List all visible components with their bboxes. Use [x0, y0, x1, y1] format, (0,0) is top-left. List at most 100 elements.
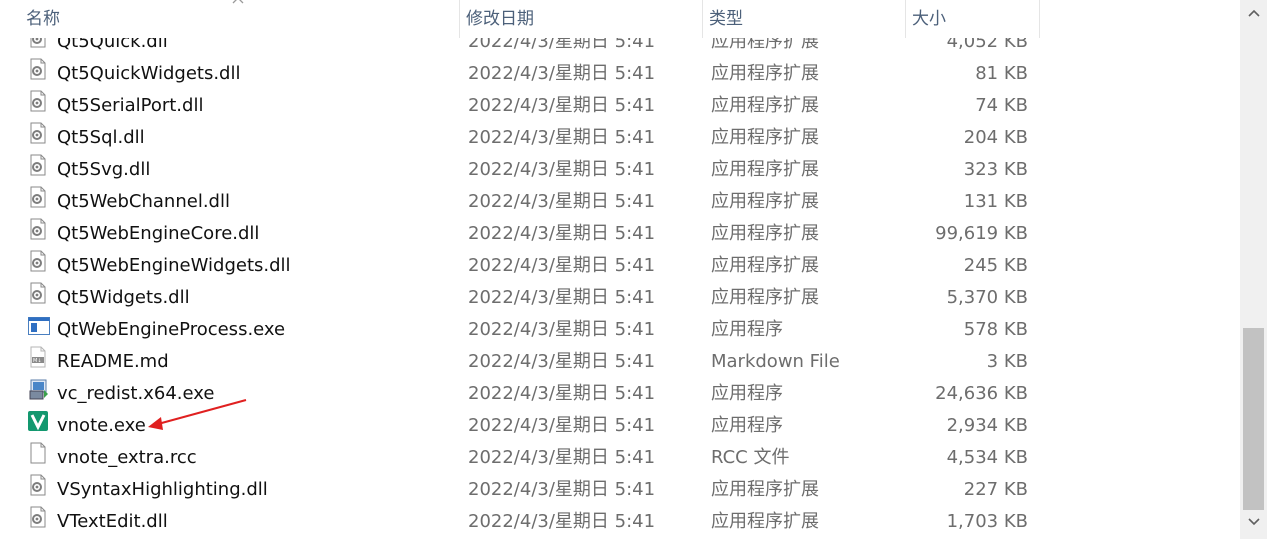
file-date: 2022/4/3/星期日 5:41 — [468, 127, 656, 148]
dll-gear-icon — [28, 186, 48, 208]
file-type: 应用程序扩展 — [711, 95, 819, 116]
column-header-size[interactable]: 大小 — [906, 0, 1040, 38]
file-size: 99,619 KB — [935, 223, 1028, 244]
chevron-up-icon — [1247, 9, 1260, 17]
scroll-up-button[interactable] — [1240, 0, 1267, 30]
file-type: 应用程序 — [711, 383, 783, 404]
file-row[interactable]: VTextEdit.dll 2022/4/3/星期日 5:41 应用程序扩展 1,70… — [0, 506, 1240, 538]
file-date: 2022/4/3/星期日 5:41 — [468, 191, 656, 212]
column-type-label: 类型 — [709, 9, 743, 29]
file-date: 2022/4/3/星期日 5:41 — [468, 95, 656, 116]
file-size: 578 KB — [963, 319, 1028, 340]
file-name: QtWebEngineProcess.exe — [57, 319, 286, 340]
vertical-scrollbar[interactable] — [1240, 0, 1267, 539]
column-header: 名称 修改日期 类型 大小 — [0, 0, 1240, 38]
file-name: Qt5WebEngineCore.dll — [57, 223, 260, 244]
file-row[interactable]: Qt5Widgets.dll 2022/4/3/星期日 5:41 应用程序扩展 5,3… — [0, 282, 1240, 314]
file-size: 24,636 KB — [935, 383, 1028, 404]
file-size: 131 KB — [963, 191, 1028, 212]
file-name: Qt5SerialPort.dll — [57, 95, 204, 116]
dll-gear-icon — [28, 154, 48, 176]
file-date: 2022/4/3/星期日 5:41 — [468, 319, 656, 340]
file-row[interactable]: Qt5SerialPort.dll 2022/4/3/星期日 5:41 应用程序扩展… — [0, 90, 1240, 122]
file-type: 应用程序扩展 — [711, 127, 819, 148]
dll-gear-icon — [28, 250, 48, 272]
file-size: 81 KB — [975, 63, 1028, 84]
markdown-file-icon: M↓ — [28, 346, 48, 368]
file-row[interactable]: Qt5WebChannel.dll 2022/4/3/星期日 5:41 应用程序扩展… — [0, 186, 1240, 218]
file-size: 227 KB — [963, 479, 1028, 500]
file-type: 应用程序扩展 — [711, 255, 819, 276]
file-type: Markdown File — [711, 351, 840, 372]
file-name: VSyntaxHighlighting.dll — [57, 479, 268, 500]
file-type: 应用程序 — [711, 415, 783, 436]
file-name: vc_redist.x64.exe — [57, 383, 215, 404]
file-row[interactable]: Qt5QuickWidgets.dll 2022/4/3/星期日 5:41 应用程序… — [0, 58, 1240, 90]
file-date: 2022/4/3/星期日 5:41 — [468, 255, 656, 276]
file-type: 应用程序扩展 — [711, 287, 819, 308]
column-header-date[interactable]: 修改日期 — [460, 0, 703, 38]
svg-text:M↓: M↓ — [33, 358, 42, 364]
file-date: 2022/4/3/星期日 5:41 — [468, 287, 656, 308]
file-name: Qt5Sql.dll — [57, 127, 145, 148]
file-type: 应用程序扩展 — [711, 191, 819, 212]
file-size: 245 KB — [963, 255, 1028, 276]
column-date-label: 修改日期 — [466, 9, 534, 29]
file-name: Qt5QuickWidgets.dll — [57, 63, 241, 84]
file-date: 2022/4/3/星期日 5:41 — [468, 383, 656, 404]
vnote-app-icon — [28, 410, 48, 432]
scroll-down-button[interactable] — [1240, 509, 1267, 539]
file-name: README.md — [57, 351, 169, 372]
file-size: 204 KB — [963, 127, 1028, 148]
file-row[interactable]: VSyntaxHighlighting.dll 2022/4/3/星期日 5:41… — [0, 474, 1240, 506]
file-type: 应用程序扩展 — [711, 159, 819, 180]
file-type: 应用程序 — [711, 319, 783, 340]
file-date: 2022/4/3/星期日 5:41 — [468, 511, 656, 532]
file-name: vnote_extra.rcc — [57, 447, 197, 468]
file-type: 应用程序扩展 — [711, 223, 819, 244]
file-row[interactable]: Qt5WebEngineWidgets.dll 2022/4/3/星期日 5:41… — [0, 250, 1240, 282]
dll-gear-icon — [28, 218, 48, 240]
file-type: 应用程序扩展 — [711, 479, 819, 500]
column-size-label: 大小 — [912, 9, 946, 29]
file-size: 3 KB — [986, 351, 1028, 372]
dll-gear-icon — [28, 122, 48, 144]
file-row[interactable]: QtWebEngineProcess.exe 2022/4/3/星期日 5:41 应… — [0, 314, 1240, 346]
file-date: 2022/4/3/星期日 5:41 — [468, 63, 656, 84]
dll-gear-icon — [28, 282, 48, 304]
file-name: Qt5WebChannel.dll — [57, 191, 230, 212]
file-date: 2022/4/3/星期日 5:41 — [468, 415, 656, 436]
chevron-down-icon — [1247, 518, 1260, 526]
column-header-type[interactable]: 类型 — [703, 0, 906, 38]
file-row[interactable]: vnote.exe 2022/4/3/星期日 5:41 应用程序 2,934 KB — [0, 410, 1240, 442]
file-size: 1,703 KB — [946, 511, 1028, 532]
file-date: 2022/4/3/星期日 5:41 — [468, 159, 656, 180]
file-list: Qt5Quick.dll 2022/4/3/星期日 5:41 应用程序扩展 4,052… — [0, 0, 1240, 539]
file-name: Qt5Svg.dll — [57, 159, 151, 180]
blank-file-icon — [28, 442, 48, 464]
dll-gear-icon — [28, 90, 48, 112]
file-row[interactable]: vc_redist.x64.exe 2022/4/3/星期日 5:41 应用程序 24… — [0, 378, 1240, 410]
file-size: 2,934 KB — [946, 415, 1028, 436]
file-name: Qt5Widgets.dll — [57, 287, 190, 308]
dll-gear-icon — [28, 58, 48, 80]
file-name: VTextEdit.dll — [57, 511, 168, 532]
dll-gear-icon — [28, 506, 48, 528]
file-row[interactable]: Qt5Sql.dll 2022/4/3/星期日 5:41 应用程序扩展 204 KB — [0, 122, 1240, 154]
installer-icon — [28, 378, 48, 400]
scrollbar-thumb[interactable] — [1243, 328, 1264, 510]
file-size: 74 KB — [975, 95, 1028, 116]
file-date: 2022/4/3/星期日 5:41 — [468, 223, 656, 244]
file-date: 2022/4/3/星期日 5:41 — [468, 351, 656, 372]
file-size: 4,534 KB — [946, 447, 1028, 468]
column-header-name[interactable]: 名称 — [20, 0, 460, 38]
file-row[interactable]: Qt5Svg.dll 2022/4/3/星期日 5:41 应用程序扩展 323 KB — [0, 154, 1240, 186]
file-size: 5,370 KB — [946, 287, 1028, 308]
file-type: RCC 文件 — [711, 447, 790, 468]
exe-window-icon — [28, 314, 50, 336]
file-row[interactable]: M↓ README.md 2022/4/3/星期日 5:41 Markdown Fil… — [0, 346, 1240, 378]
file-row[interactable]: Qt5WebEngineCore.dll 2022/4/3/星期日 5:41 应用程… — [0, 218, 1240, 250]
file-row[interactable]: vnote_extra.rcc 2022/4/3/星期日 5:41 RCC 文件 4,… — [0, 442, 1240, 474]
dll-gear-icon — [28, 474, 48, 496]
file-name: Qt5WebEngineWidgets.dll — [57, 255, 291, 276]
